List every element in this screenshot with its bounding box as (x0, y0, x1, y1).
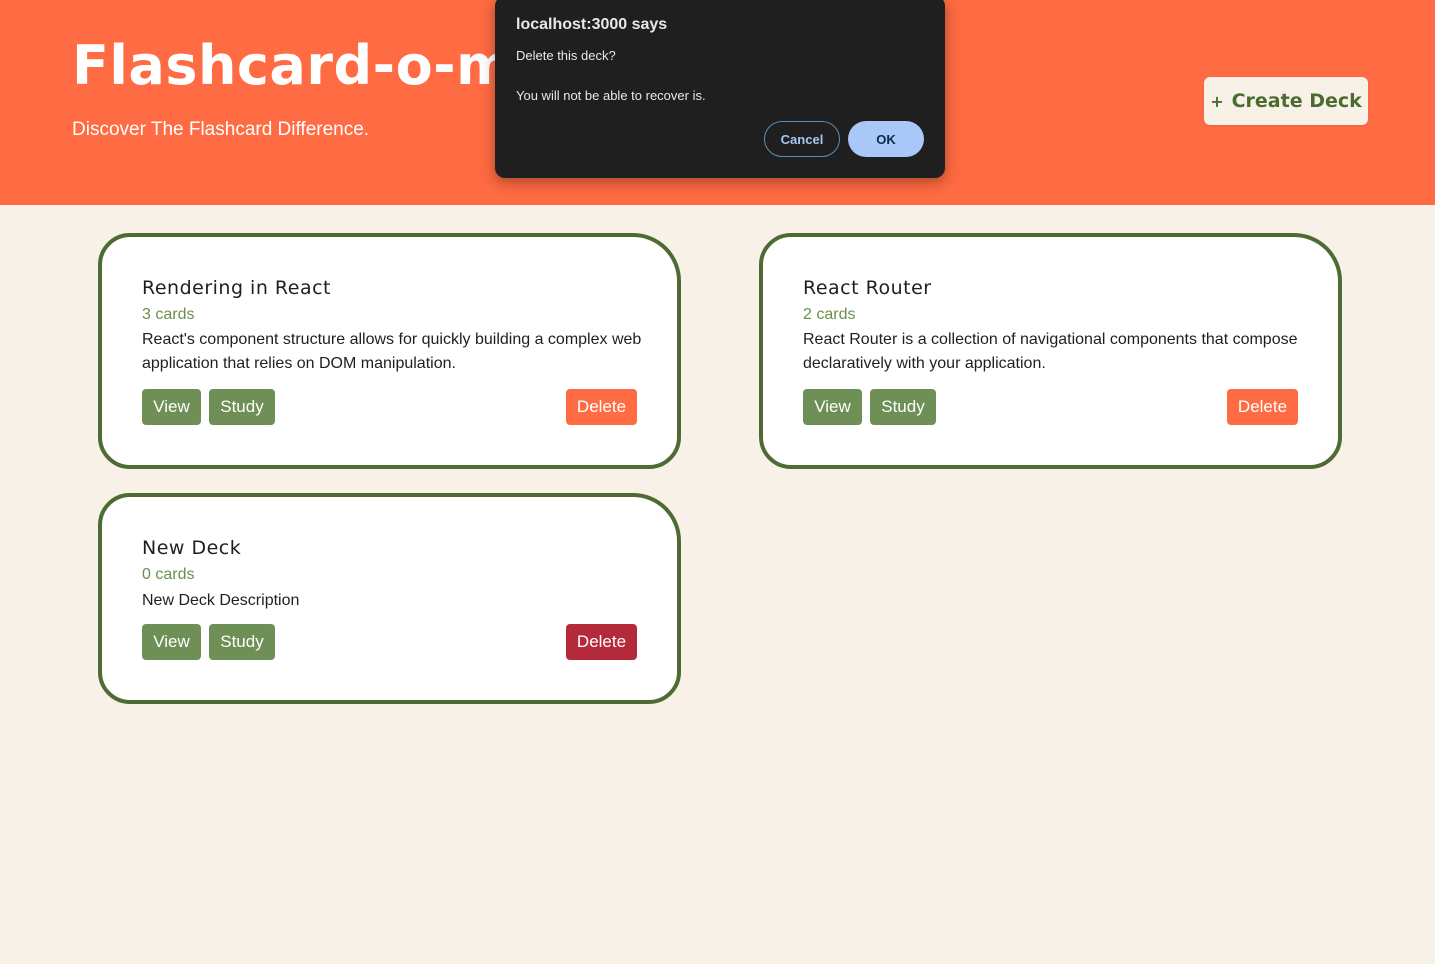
deck-title: Rendering in React (142, 277, 331, 299)
view-button[interactable]: View (142, 624, 201, 660)
ok-button[interactable]: OK (848, 121, 924, 157)
plus-icon: + (1210, 91, 1224, 111)
cancel-button[interactable]: Cancel (764, 121, 840, 157)
view-button[interactable]: View (142, 389, 201, 425)
dialog-message: Delete this deck? (516, 48, 616, 63)
study-button[interactable]: Study (870, 389, 936, 425)
deck-description: React's component structure allows for q… (142, 331, 642, 372)
deck-card: Rendering in React 3 cards React's compo… (98, 233, 681, 469)
dialog-warning: You will not be able to recover is. (516, 88, 706, 103)
deck-description: New Deck Description (142, 592, 300, 609)
view-button[interactable]: View (803, 389, 862, 425)
app-subtitle: Discover The Flashcard Difference. (72, 119, 370, 140)
confirm-dialog: localhost:3000 says Delete this deck? Yo… (495, 0, 945, 178)
deck-card-count: 3 cards (142, 306, 195, 323)
deck-card-count: 2 cards (803, 306, 856, 323)
create-deck-label: Create Deck (1231, 90, 1362, 112)
deck-title: React Router (803, 277, 932, 299)
study-button[interactable]: Study (209, 389, 275, 425)
study-button[interactable]: Study (209, 624, 275, 660)
deck-description: React Router is a collection of navigati… (803, 331, 1298, 372)
dialog-origin: localhost:3000 says (516, 16, 668, 33)
delete-button[interactable]: Delete (566, 624, 637, 660)
deck-card: New Deck 0 cards New Deck Description Vi… (98, 493, 681, 704)
delete-button[interactable]: Delete (1227, 389, 1298, 425)
delete-button[interactable]: Delete (566, 389, 637, 425)
deck-card-count: 0 cards (142, 566, 195, 583)
create-deck-button[interactable]: + Create Deck (1204, 77, 1368, 125)
deck-card: React Router 2 cards React Router is a c… (759, 233, 1342, 469)
deck-title: New Deck (142, 537, 242, 559)
